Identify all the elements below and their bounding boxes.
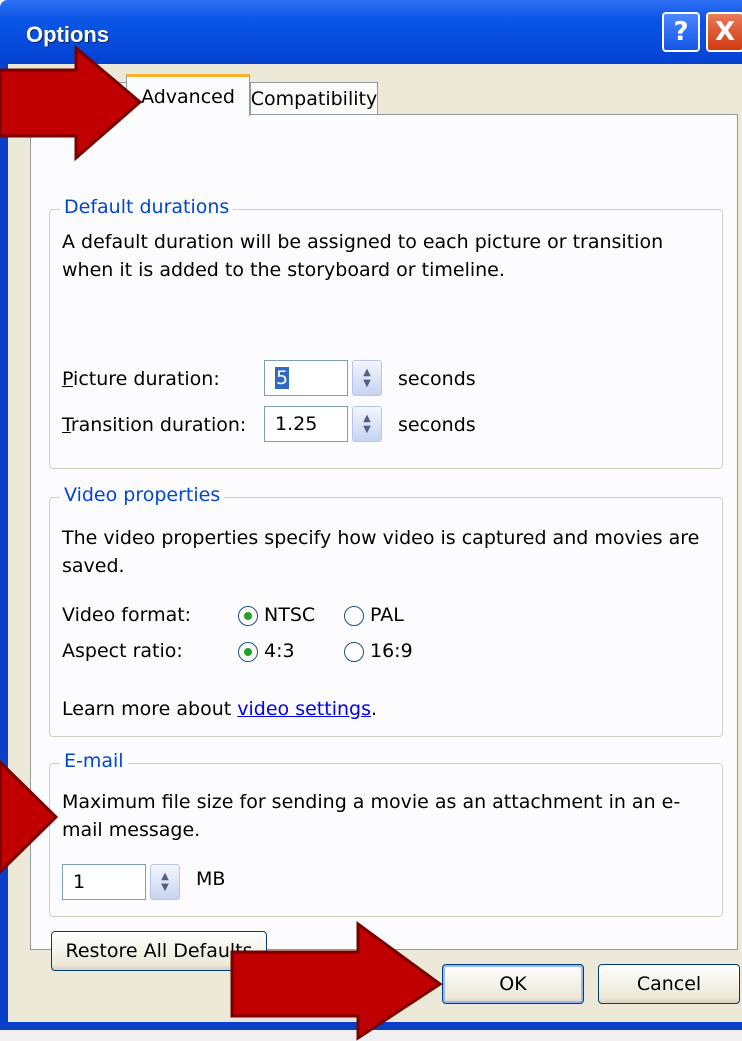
ok-button[interactable]: OK — [442, 964, 584, 1004]
transition-duration-unit: seconds — [398, 414, 476, 436]
transition-duration-label: Transition duration: — [62, 414, 247, 436]
learn-more-suffix: . — [370, 698, 378, 720]
aspect-16-9-radio[interactable] — [344, 642, 364, 662]
picture-duration-value: 5 — [275, 367, 290, 389]
spin-up-icon[interactable]: ▲ — [363, 367, 371, 378]
aspect-4-3-radio[interactable] — [238, 642, 258, 662]
video-properties-label: Video properties — [60, 484, 225, 506]
spin-down-icon[interactable]: ▼ — [161, 882, 169, 893]
default-durations-label: Default durations — [60, 196, 234, 218]
spin-up-icon[interactable]: ▲ — [363, 413, 371, 424]
picture-duration-spinner[interactable]: ▲ ▼ — [352, 360, 382, 396]
pal-radio[interactable] — [344, 606, 364, 626]
spin-down-icon[interactable]: ▼ — [363, 378, 371, 389]
email-size-value: 1 — [73, 871, 86, 893]
red-arrow-tabs-icon — [0, 44, 143, 162]
video-settings-link[interactable]: video settings — [237, 698, 371, 720]
default-durations-description: A default duration will be assigned to e… — [62, 231, 664, 281]
learn-more-prefix: Learn more about — [62, 698, 238, 720]
ntsc-radio[interactable] — [238, 606, 258, 626]
learn-more-text: Learn more about video settings. — [62, 698, 377, 720]
email-group: E-mail Maximum file size for sending a m… — [49, 750, 723, 917]
spin-up-icon[interactable]: ▲ — [161, 871, 169, 882]
pal-label[interactable]: PAL — [370, 604, 404, 626]
video-properties-description: The video properties specify how video i… — [62, 527, 700, 577]
aspect-16-9-label[interactable]: 16:9 — [370, 640, 413, 662]
picture-duration-label: Picture duration: — [62, 368, 220, 390]
transition-duration-spinner[interactable]: ▲ ▼ — [352, 406, 382, 442]
ntsc-label[interactable]: NTSC — [264, 604, 315, 626]
tab-compatibility[interactable]: Compatibility — [250, 82, 378, 115]
red-arrow-ok-icon — [230, 921, 443, 1041]
email-size-input[interactable]: 1 — [62, 864, 146, 900]
aspect-ratio-label: Aspect ratio: — [62, 640, 183, 662]
red-arrow-email-icon — [0, 759, 59, 875]
picture-duration-input[interactable]: 5 — [264, 360, 348, 396]
email-description: Maximum file size for sending a movie as… — [62, 791, 681, 841]
advanced-panel: Default durations A default duration wil… — [30, 114, 738, 971]
cancel-button[interactable]: Cancel — [598, 964, 740, 1004]
email-size-unit: MB — [196, 868, 226, 890]
email-size-spinner[interactable]: ▲ ▼ — [150, 864, 180, 900]
transition-duration-value: 1.25 — [275, 413, 318, 435]
dialog-client: Advanced Compatibility Default durations… — [8, 64, 742, 1022]
email-label: E-mail — [60, 750, 128, 772]
help-icon[interactable]: ? — [662, 12, 700, 52]
video-properties-group: Video properties The video properties sp… — [49, 484, 723, 737]
transition-duration-input[interactable]: 1.25 — [264, 406, 348, 442]
aspect-4-3-label[interactable]: 4:3 — [264, 640, 295, 662]
video-format-label: Video format: — [62, 604, 192, 626]
default-durations-group: Default durations A default duration wil… — [49, 196, 723, 469]
close-icon[interactable]: X — [706, 12, 742, 52]
picture-duration-unit: seconds — [398, 368, 476, 390]
spin-down-icon[interactable]: ▼ — [363, 424, 371, 435]
